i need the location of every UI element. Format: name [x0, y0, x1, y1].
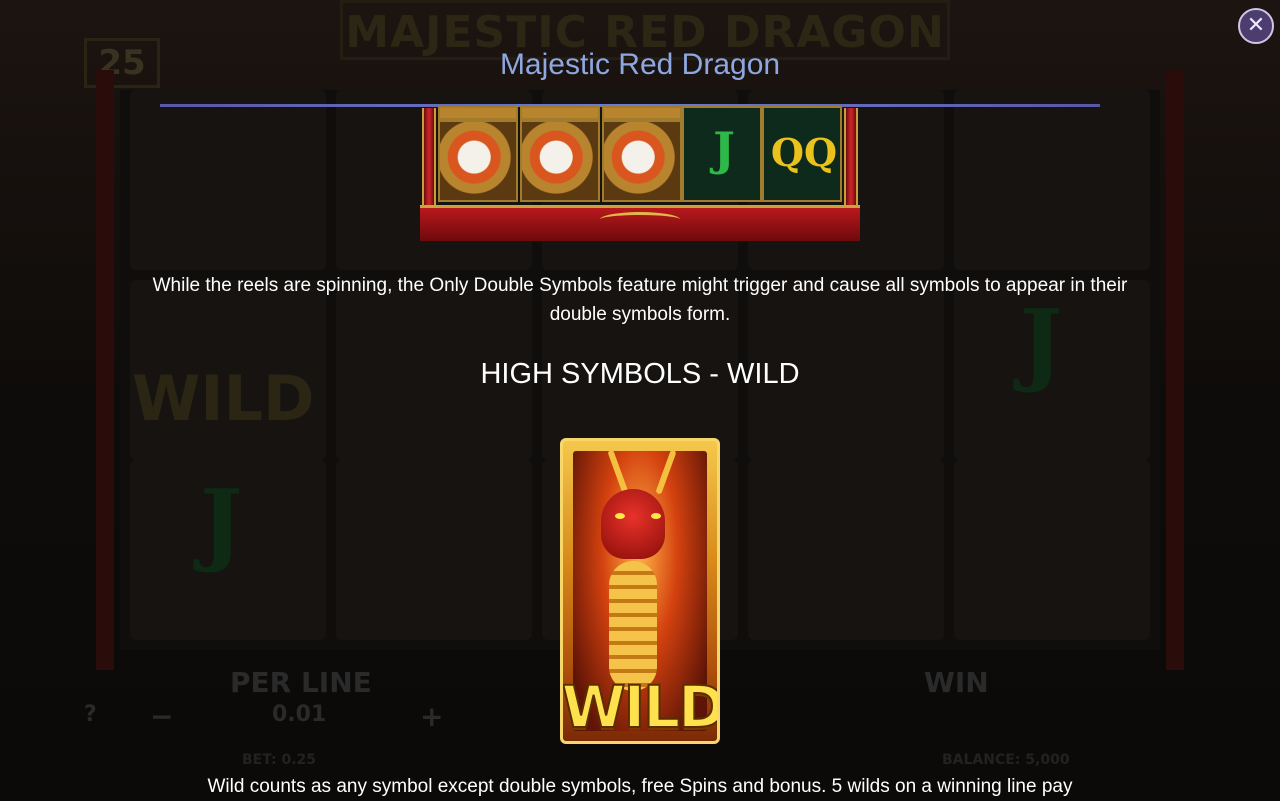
gold-ornament — [600, 212, 680, 227]
per-line-label: PER LINE — [230, 666, 372, 699]
j-symbol-cell: J — [682, 106, 762, 202]
feature-description: While the reels are spinning, the Only D… — [152, 275, 1128, 325]
dragon-body — [609, 561, 657, 691]
wild-description: Wild counts as any symbol except double … — [207, 776, 1073, 797]
close-button[interactable]: ✕ — [1238, 8, 1274, 44]
bet-display: BET: 0.25 — [242, 752, 317, 768]
balance-display: BALANCE: 5,000 — [942, 752, 1070, 768]
bg-j-symbol: J — [200, 470, 243, 576]
paytable-title: Majestic Red Dragon — [499, 48, 781, 81]
plus-button[interactable]: + — [420, 700, 443, 733]
wild-symbol-card: WILD — [560, 438, 720, 744]
section-heading: HIGH SYMBOLS - WILD — [480, 358, 800, 390]
j-symbol: J — [713, 122, 735, 176]
wild-card-label: WILD — [561, 672, 720, 741]
help-button[interactable]: ? — [84, 702, 97, 727]
koi-symbol — [602, 120, 682, 202]
double-symbols-preview: J QQ — [420, 106, 860, 241]
minus-button[interactable]: − — [150, 700, 173, 733]
q-symbol-cell: QQ — [762, 106, 842, 202]
win-label: WIN — [924, 666, 989, 699]
per-line-value: 0.01 — [272, 702, 327, 727]
q-symbol: QQ — [770, 130, 838, 175]
koi-symbol — [438, 120, 518, 202]
dragon-head — [601, 489, 665, 559]
koi-symbol — [520, 120, 600, 202]
